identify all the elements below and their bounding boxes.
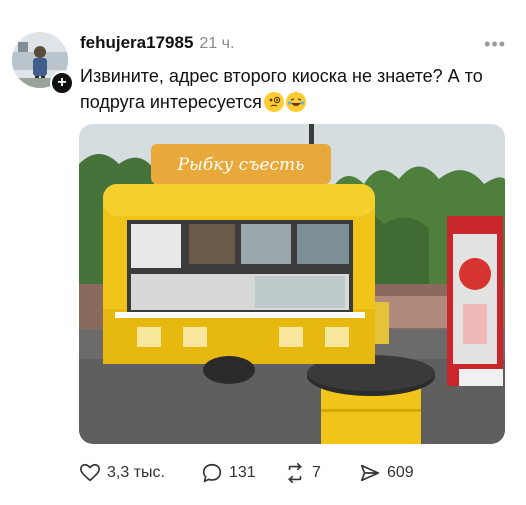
post-time: 21 ч. xyxy=(199,35,235,52)
comment-count: 131 xyxy=(229,464,256,481)
post-photo[interactable]: Рыбку съесть xyxy=(79,124,505,444)
repost-count: 7 xyxy=(312,464,321,481)
comment-button[interactable]: 131 xyxy=(201,462,256,484)
heart-icon xyxy=(80,463,100,482)
post-header: fehujera17985 21 ч. xyxy=(80,33,234,53)
repost-button[interactable]: 7 xyxy=(284,462,321,484)
send-icon xyxy=(360,464,380,482)
comment-icon xyxy=(202,463,222,483)
laughing-face-icon xyxy=(285,92,306,112)
share-count: 609 xyxy=(387,464,414,481)
like-count: 3,3 тыс. xyxy=(107,464,165,481)
food-kiosk-image: Рыбку съесть xyxy=(79,124,505,444)
face-with-monocle-icon xyxy=(263,92,284,112)
like-button[interactable]: 3,3 тыс. xyxy=(79,462,165,484)
repost-icon xyxy=(287,463,303,483)
post-card: + fehujera17985 21 ч. ••• Извините, адрес… xyxy=(0,0,526,505)
kiosk-sign-text: Рыбку съесть xyxy=(177,155,305,175)
post-text: Извините, адрес второго киоска не знаете… xyxy=(80,63,510,115)
username[interactable]: fehujera17985 xyxy=(80,33,193,52)
share-button[interactable]: 609 xyxy=(359,462,414,484)
follow-plus-icon[interactable]: + xyxy=(50,71,74,95)
action-bar: 3,3 тыс. 131 7 609 xyxy=(79,462,519,488)
more-options-icon[interactable]: ••• xyxy=(484,34,506,55)
